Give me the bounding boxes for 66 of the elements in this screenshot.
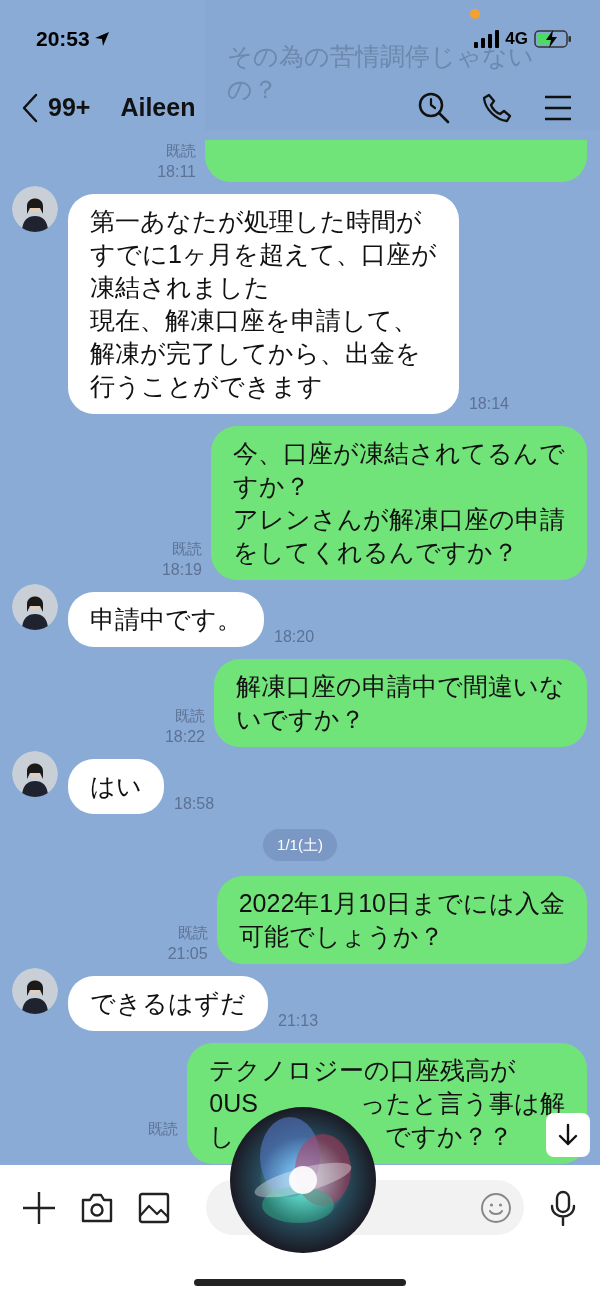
menu-button[interactable] [544, 95, 572, 121]
camera-button[interactable] [80, 1192, 114, 1223]
avatar-icon[interactable] [12, 968, 58, 1014]
smiley-icon [480, 1191, 512, 1224]
indicator-dot-icon [470, 9, 480, 19]
message-text: 2022年1月10日までには入金 [238, 888, 565, 919]
location-arrow-icon [93, 31, 110, 47]
message-text: すか？ [233, 471, 311, 502]
status-time: 20:53 [36, 26, 90, 53]
camera-icon [80, 1192, 114, 1223]
message-time: 18:22 [164, 727, 205, 747]
battery-charging-icon [534, 29, 572, 49]
message-text: 申請中です。 [90, 604, 242, 635]
avatar-icon[interactable] [12, 584, 58, 630]
back-button[interactable]: 99+ [22, 89, 91, 127]
message-time: 21:13 [278, 1011, 319, 1031]
microphone-button[interactable] [550, 1189, 576, 1226]
gallery-button[interactable] [138, 1191, 170, 1224]
signal-icon [473, 30, 500, 48]
message-time: 18:14 [468, 394, 509, 414]
emoji-button[interactable] [480, 1191, 512, 1224]
message-text: 解凍口座の申請中で間違いな [236, 671, 565, 702]
date-label: 1/1(土) [263, 829, 337, 861]
clock-search-icon [418, 92, 450, 124]
chevron-left-icon [22, 93, 38, 123]
message-text: テクノロジーの口座残高が [209, 1055, 518, 1086]
avatar-icon[interactable] [12, 186, 58, 232]
network-type: 4G [505, 28, 528, 49]
message-text: し [209, 1121, 236, 1152]
phone-icon [482, 93, 512, 123]
message-text: すでに1ヶ月を超えて、口座が [90, 239, 437, 270]
message-text: はい [90, 771, 142, 802]
message-text: 0US [209, 1088, 258, 1119]
message-text: ですか？？ [385, 1121, 514, 1152]
avatar-icon[interactable] [12, 751, 58, 797]
message-text: アレンさんが解凍口座の申請 [233, 504, 565, 535]
message-time: 18:11 [157, 162, 196, 182]
message-text: できるはずだ [90, 988, 246, 1019]
message-time: 18:20 [274, 627, 315, 647]
add-button[interactable] [22, 1190, 56, 1225]
image-icon [138, 1191, 170, 1224]
message-text: 今、口座が凍結されてるんで [233, 438, 565, 469]
message-text: ったと言う事は解 [360, 1088, 565, 1119]
read-receipt: 既読 [177, 923, 208, 943]
message-time: 18:19 [161, 560, 202, 580]
message-text: 凍結されました [90, 272, 271, 303]
message-text: 可能でしょうか？ [238, 921, 445, 952]
plus-icon [22, 1190, 56, 1225]
message-text: いですか？ [236, 704, 366, 735]
message-text: 行うことができます [90, 371, 324, 402]
call-button[interactable] [482, 93, 512, 123]
message-time: 18:58 [174, 794, 215, 814]
read-receipt: 既読 [166, 141, 196, 161]
message-text: 第一あなたが処理した時間が [90, 206, 423, 237]
read-receipt: 既読 [175, 706, 205, 726]
microphone-icon [550, 1189, 576, 1226]
message-text: をしてくれるんですか？ [233, 537, 519, 568]
message-text: 解凍が完了してから、出金を [90, 338, 422, 369]
read-receipt: 既読 [148, 1119, 179, 1139]
arrow-down-icon [557, 1123, 579, 1147]
message-text: 現在、解凍口座を申請して、 [90, 305, 419, 336]
read-receipt: 既読 [172, 539, 202, 559]
message-time: 21:05 [167, 944, 208, 964]
chat-title: Aileen [120, 92, 196, 124]
search-history-button[interactable] [418, 92, 450, 124]
menu-icon [544, 95, 572, 121]
